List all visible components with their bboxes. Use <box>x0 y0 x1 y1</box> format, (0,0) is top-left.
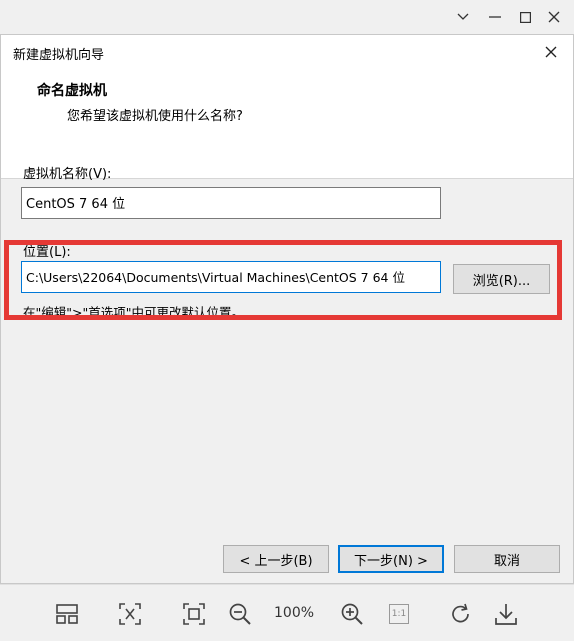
dialog-title: 新建虚拟机向导 <box>13 48 105 63</box>
layout-icon[interactable] <box>52 599 82 629</box>
zoom-in-icon[interactable] <box>337 599 367 629</box>
dialog-titlebar: 新建虚拟机向导 <box>1 35 573 69</box>
page-title: 命名虚拟机 <box>37 83 107 99</box>
maximize-icon[interactable] <box>514 6 536 28</box>
minimize-icon[interactable] <box>484 6 506 28</box>
new-vm-wizard-dialog: 新建虚拟机向导 命名虚拟机 您希望该虚拟机使用什么名称? 虚拟机名称(V): C… <box>0 34 574 584</box>
dialog-close-icon[interactable] <box>539 40 563 64</box>
fit-screen-icon[interactable] <box>179 599 209 629</box>
page-subtitle: 您希望该虚拟机使用什么名称? <box>67 109 243 124</box>
zoom-level: 100% <box>274 605 315 621</box>
location-label: 位置(L): <box>23 245 71 260</box>
close-icon[interactable] <box>543 6 565 28</box>
location-hint: 在"编辑">"首选项"中可更改默认位置。 <box>23 305 244 320</box>
back-button[interactable]: < 上一步(B) <box>223 545 329 573</box>
rotate-icon[interactable] <box>446 599 476 629</box>
zoom-out-icon[interactable] <box>225 599 255 629</box>
chevron-down-icon[interactable] <box>452 6 474 28</box>
next-button[interactable]: 下一步(N) > <box>338 545 444 573</box>
viewer-titlebar <box>0 0 574 34</box>
vm-name-input[interactable]: CentOS 7 64 位 <box>21 187 441 219</box>
download-icon[interactable] <box>491 599 521 629</box>
location-input[interactable]: C:\Users\22064\Documents\Virtual Machine… <box>21 261 441 293</box>
extract-text-icon[interactable] <box>115 599 145 629</box>
vm-name-label: 虚拟机名称(V): <box>23 167 112 182</box>
viewer-toolbar: 100% 1:1 <box>0 584 574 641</box>
cancel-button[interactable]: 取消 <box>454 545 560 573</box>
browse-button[interactable]: 浏览(R)... <box>453 264 550 294</box>
actual-size-label: 1:1 <box>389 604 409 624</box>
actual-size-icon[interactable]: 1:1 <box>384 599 414 629</box>
